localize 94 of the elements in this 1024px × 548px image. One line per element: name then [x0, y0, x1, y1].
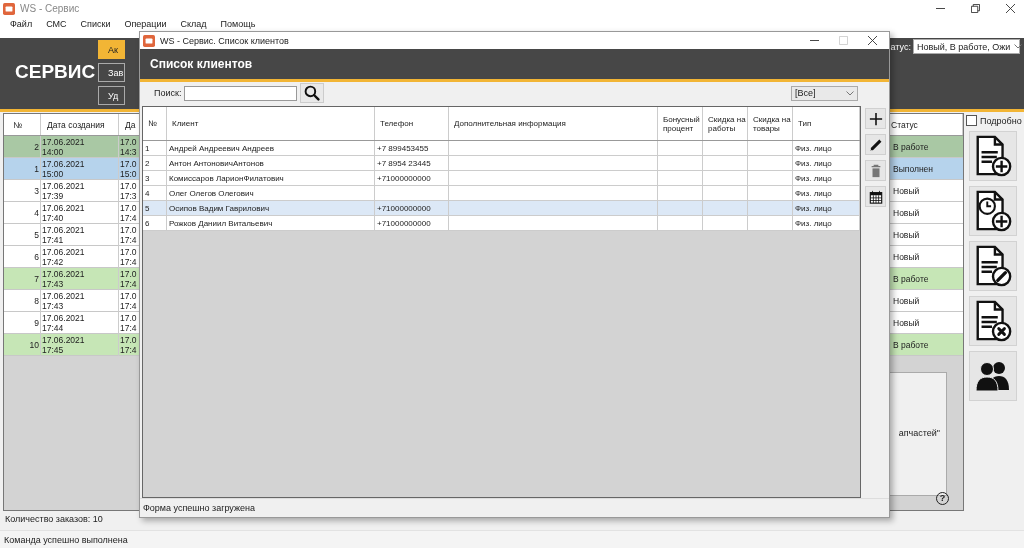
checkbox-label: Подробно — [980, 115, 1022, 126]
column-header: Скидка на работы — [703, 107, 748, 140]
table-cell: Физ. лицо — [793, 201, 860, 215]
table-cell: Физ. лицо — [793, 141, 860, 155]
order-button[interactable] — [969, 296, 1017, 346]
column-header: Скидка на товары — [748, 107, 793, 140]
table-row[interactable]: 1 Андрей Андреевич Андреев +7 899453455 Физ. лицо — [143, 141, 860, 156]
table-cell: 17.06.2021 17:45 — [41, 334, 119, 356]
order-button[interactable] — [969, 241, 1017, 291]
header-button[interactable]: Ак — [98, 40, 125, 59]
close-icon[interactable] — [1006, 4, 1015, 13]
app-logo: СЕРВИС — [14, 61, 97, 83]
order-button[interactable] — [969, 131, 1017, 181]
table-cell: 10 — [4, 334, 41, 356]
order-button[interactable] — [969, 186, 1017, 236]
table-cell-text: Новый — [892, 207, 921, 220]
table-cell: 3 — [143, 171, 167, 185]
status-label: атус: — [890, 41, 911, 52]
search-field[interactable] — [184, 85, 298, 101]
table-cell: +7 8954 23445 — [375, 156, 449, 170]
caret-icon — [846, 90, 854, 96]
table-cell: Физ. лицо — [793, 156, 860, 170]
table-cell-text: Новый — [892, 251, 921, 264]
window-title: WS - Сервис. Список клиентов — [160, 35, 289, 46]
status-text: Команда успешно выполнена — [4, 535, 128, 545]
restore-icon[interactable] — [971, 4, 980, 13]
column-header: Телефон — [375, 107, 449, 140]
table-cell-text: Новый — [892, 295, 921, 308]
pencil-icon — [868, 137, 883, 152]
table-cell-text: В работе — [892, 273, 930, 286]
details-text: апчастей" — [898, 428, 940, 438]
calendar-button[interactable] — [865, 186, 886, 207]
order-count: Количество заказов: 10 — [5, 514, 103, 524]
table-cell: 6 — [143, 216, 167, 230]
plus-icon — [868, 111, 883, 126]
table-cell-text: Новый — [892, 317, 921, 330]
table-cell: Олег Олегов Олегович — [167, 186, 375, 200]
table-cell: Физ. лицо — [793, 216, 860, 230]
caret-icon — [1014, 44, 1023, 49]
checkbox[interactable] — [966, 115, 977, 126]
calendar-icon — [868, 189, 883, 204]
column-header: № — [4, 114, 41, 135]
status-dropdown[interactable]: Новый, В работе, Ожи — [913, 39, 1020, 54]
table-row[interactable]: 5 Осипов Вадим Гаврилович +71000000000 Физ. лицо — [143, 201, 860, 216]
table-cell: Андрей Андреевич Андреев — [167, 141, 375, 155]
header-button[interactable]: Зав — [98, 63, 125, 82]
search-icon — [304, 85, 321, 101]
menu-item[interactable]: Помощь — [220, 19, 256, 29]
type-filter-dropdown[interactable]: [Все] — [791, 85, 858, 101]
menu-item[interactable]: Склад — [180, 19, 207, 29]
column-header: Дополнительная информация — [449, 107, 658, 140]
table-cell-text: Новый — [892, 229, 921, 242]
table-cell: 5 — [143, 201, 167, 215]
table-cell: Комиссаров ЛарионФилатович — [167, 171, 375, 185]
table-cell-text: Новый — [892, 185, 921, 198]
edit-button[interactable] — [865, 134, 886, 155]
header-button[interactable]: Уд — [98, 86, 125, 105]
clients-button[interactable] — [969, 351, 1017, 401]
column-header: Дата создания — [41, 114, 119, 135]
table-cell: Физ. лицо — [793, 186, 860, 200]
table-row[interactable]: 3 Комиссаров ЛарионФилатович +71000000000 Физ. лицо — [143, 171, 860, 186]
table-cell: +71000000000 — [375, 216, 449, 230]
table-cell: +71000000000 — [375, 201, 449, 215]
menu-item[interactable]: СМС — [46, 19, 67, 29]
table-cell: +71000000000 — [375, 171, 449, 185]
delete-button[interactable] — [865, 160, 886, 181]
status-text: Форма успешно загружена — [143, 503, 255, 513]
table-row[interactable]: 2 Антон АнтоновичАнтонов +7 8954 23445 Физ. лицо — [143, 156, 860, 171]
dialog-heading: Список клиентов — [150, 57, 253, 71]
table-cell: Антон АнтоновичАнтонов — [167, 156, 375, 170]
table-row[interactable]: 6 Рожков Даниил Витальевич +71000000000 Физ. лицо — [143, 216, 860, 231]
table-cell-text: В работе — [892, 339, 930, 352]
menu-item[interactable]: Списки — [80, 19, 111, 29]
menu-item[interactable]: Операции — [124, 19, 167, 29]
column-header: № — [143, 107, 167, 140]
window-title: WS - Сервис — [20, 3, 80, 14]
table-cell: 2 — [143, 156, 167, 170]
search-label: Поиск: — [154, 88, 182, 98]
table-cell: 4 — [143, 186, 167, 200]
table-cell: 1 — [143, 141, 167, 155]
table-cell-text: Выполнен — [892, 163, 934, 176]
column-header: Тип — [793, 107, 860, 140]
close-icon[interactable] — [868, 36, 877, 45]
table-cell: Физ. лицо — [793, 171, 860, 185]
add-button[interactable] — [865, 108, 886, 129]
column-header: Бонусный процент — [658, 107, 703, 140]
table-cell: +7 899453455 — [375, 141, 449, 155]
table-cell-text: В работе — [892, 141, 930, 154]
table-row[interactable]: 4 Олег Олегов Олегович Физ. лицо — [143, 186, 860, 201]
table-cell: Осипов Вадим Гаврилович — [167, 201, 375, 215]
table-cell: Рожков Даниил Витальевич — [167, 216, 375, 230]
search-button[interactable] — [300, 83, 325, 103]
menu-item[interactable]: Файл — [10, 19, 33, 29]
column-header: Клиент — [167, 107, 375, 140]
